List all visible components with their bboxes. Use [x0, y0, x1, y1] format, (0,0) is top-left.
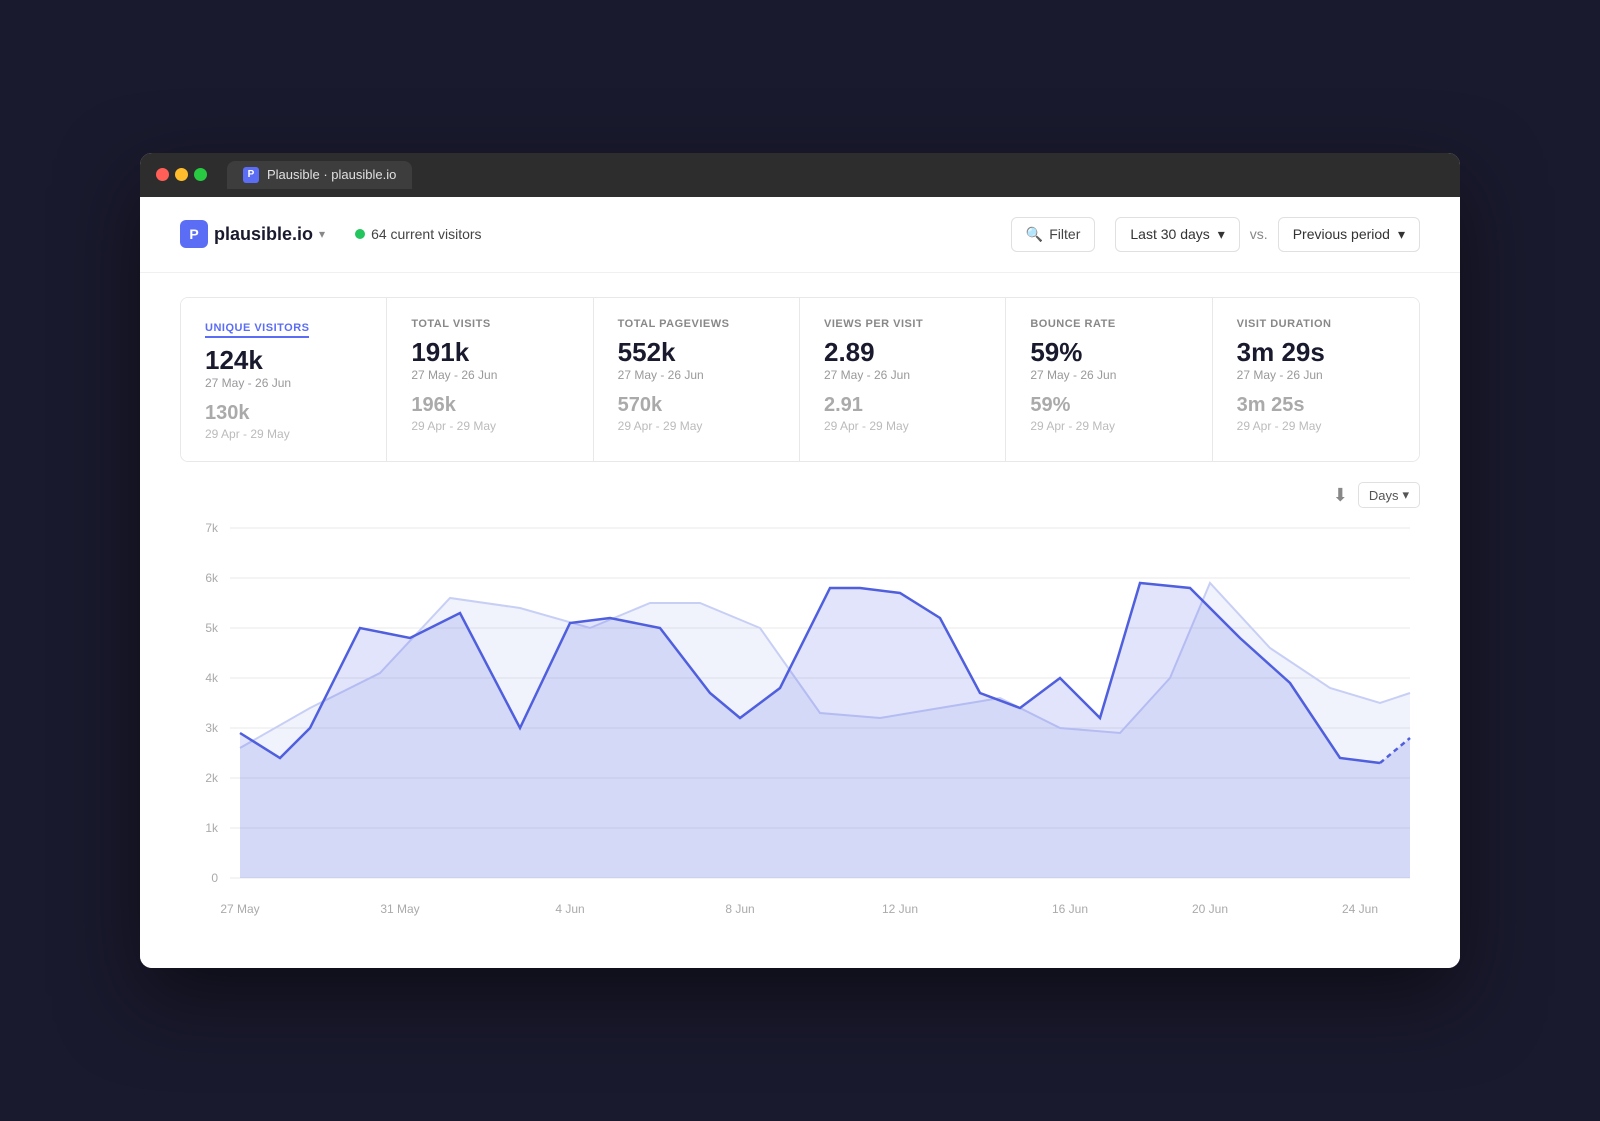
stats-section: UNIQUE VISITORS 124k 27 May - 26 Jun 130… [140, 273, 1460, 473]
search-icon: 🔍 [1026, 226, 1043, 243]
stat-period-total-pageviews: 27 May - 26 Jun [618, 368, 775, 382]
stat-value-views-per-visit: 2.89 [824, 338, 981, 367]
stat-period-visit-duration: 27 May - 26 Jun [1237, 368, 1395, 382]
period-selector: Last 30 days ▾ vs. Previous period ▾ [1115, 217, 1420, 252]
tab-title: Plausible · plausible.io [267, 167, 396, 182]
stat-label-visit-duration: VISIT DURATION [1237, 318, 1395, 330]
close-button[interactable] [156, 168, 169, 181]
svg-text:12 Jun: 12 Jun [882, 902, 918, 916]
stat-label-unique-visitors: UNIQUE VISITORS [205, 322, 309, 338]
svg-text:27 May: 27 May [220, 902, 259, 916]
vs-label: vs. [1250, 226, 1268, 242]
svg-text:4k: 4k [205, 671, 219, 685]
visitors-chart: 7k 6k 5k 4k 3k 2k 1k 0 [180, 518, 1420, 938]
stat-card-visit-duration[interactable]: VISIT DURATION 3m 29s 27 May - 26 Jun 3m… [1213, 298, 1419, 462]
stat-period-unique-visitors: 27 May - 26 Jun [205, 376, 362, 390]
stat-prev-period-visit-duration: 29 Apr - 29 May [1237, 419, 1395, 433]
browser-tab[interactable]: P Plausible · plausible.io [227, 161, 412, 189]
stat-value-visit-duration: 3m 29s [1237, 338, 1395, 367]
logo-area[interactable]: P plausible.io ▾ [180, 220, 325, 248]
stat-prev-period-bounce-rate: 29 Apr - 29 May [1030, 419, 1187, 433]
chevron-down-icon: ▾ [1398, 226, 1405, 243]
date-range-dropdown[interactable]: Last 30 days ▾ [1115, 217, 1239, 252]
svg-text:3k: 3k [205, 721, 219, 735]
comparison-dropdown[interactable]: Previous period ▾ [1278, 217, 1420, 252]
svg-text:24 Jun: 24 Jun [1342, 902, 1378, 916]
stat-prev-period-views-per-visit: 29 Apr - 29 May [824, 419, 981, 433]
svg-text:7k: 7k [205, 521, 219, 535]
interval-dropdown[interactable]: Days ▾ [1358, 482, 1420, 508]
comparison-label: Previous period [1293, 226, 1390, 242]
stat-value-total-visits: 191k [411, 338, 568, 367]
traffic-lights [156, 168, 207, 181]
stat-label-total-pageviews: TOTAL PAGEVIEWS [618, 318, 775, 330]
visitors-badge: 64 current visitors [355, 226, 481, 242]
chart-container: 7k 6k 5k 4k 3k 2k 1k 0 [180, 518, 1420, 938]
svg-text:5k: 5k [205, 621, 219, 635]
stat-card-total-pageviews[interactable]: TOTAL PAGEVIEWS 552k 27 May - 26 Jun 570… [594, 298, 800, 462]
svg-text:16 Jun: 16 Jun [1052, 902, 1088, 916]
stat-label-total-visits: TOTAL VISITS [411, 318, 568, 330]
stat-value-total-pageviews: 552k [618, 338, 775, 367]
minimize-button[interactable] [175, 168, 188, 181]
stat-prev-value-total-pageviews: 570k [618, 394, 775, 417]
browser-titlebar: P Plausible · plausible.io [140, 153, 1460, 197]
visitors-online-dot [355, 229, 365, 239]
chevron-down-icon: ▾ [1402, 487, 1409, 503]
visitors-count: 64 current visitors [371, 226, 481, 242]
stat-prev-value-visit-duration: 3m 25s [1237, 394, 1395, 417]
maximize-button[interactable] [194, 168, 207, 181]
stat-prev-value-total-visits: 196k [411, 394, 568, 417]
chart-controls: ⬇ Days ▾ [180, 482, 1420, 508]
stat-prev-period-unique-visitors: 29 Apr - 29 May [205, 427, 362, 441]
stats-grid: UNIQUE VISITORS 124k 27 May - 26 Jun 130… [180, 297, 1420, 463]
svg-text:4 Jun: 4 Jun [555, 902, 584, 916]
filter-button[interactable]: 🔍 Filter [1011, 217, 1096, 252]
logo-icon: P [180, 220, 208, 248]
logo-chevron-icon: ▾ [319, 227, 325, 241]
stat-prev-period-total-visits: 29 Apr - 29 May [411, 419, 568, 433]
stat-prev-period-total-pageviews: 29 Apr - 29 May [618, 419, 775, 433]
chart-section: ⬇ Days ▾ 7k [140, 472, 1460, 968]
stat-period-views-per-visit: 27 May - 26 Jun [824, 368, 981, 382]
svg-text:20 Jun: 20 Jun [1192, 902, 1228, 916]
stat-card-views-per-visit[interactable]: VIEWS PER VISIT 2.89 27 May - 26 Jun 2.9… [800, 298, 1006, 462]
chevron-down-icon: ▾ [1218, 226, 1225, 243]
tab-favicon: P [243, 167, 259, 183]
stat-prev-value-views-per-visit: 2.91 [824, 394, 981, 417]
stat-label-views-per-visit: VIEWS PER VISIT [824, 318, 981, 330]
filter-label: Filter [1049, 226, 1080, 242]
svg-text:1k: 1k [205, 821, 219, 835]
svg-text:31 May: 31 May [380, 902, 419, 916]
stat-period-bounce-rate: 27 May - 26 Jun [1030, 368, 1187, 382]
app-header: P plausible.io ▾ 64 current visitors 🔍 F… [140, 197, 1460, 273]
browser-window: P Plausible · plausible.io P plausible.i… [140, 153, 1460, 969]
interval-label: Days [1369, 488, 1399, 503]
stat-card-unique-visitors[interactable]: UNIQUE VISITORS 124k 27 May - 26 Jun 130… [181, 298, 387, 462]
browser-content: P plausible.io ▾ 64 current visitors 🔍 F… [140, 197, 1460, 969]
stat-value-unique-visitors: 124k [205, 346, 362, 375]
stat-card-total-visits[interactable]: TOTAL VISITS 191k 27 May - 26 Jun 196k 2… [387, 298, 593, 462]
stat-prev-value-unique-visitors: 130k [205, 402, 362, 425]
svg-text:2k: 2k [205, 771, 219, 785]
svg-text:0: 0 [211, 871, 218, 885]
stat-card-bounce-rate[interactable]: BOUNCE RATE 59% 27 May - 26 Jun 59% 29 A… [1006, 298, 1212, 462]
logo-text: plausible.io [214, 224, 313, 245]
download-button[interactable]: ⬇ [1333, 485, 1348, 506]
stat-value-bounce-rate: 59% [1030, 338, 1187, 367]
stat-prev-value-bounce-rate: 59% [1030, 394, 1187, 417]
date-range-label: Last 30 days [1130, 226, 1209, 242]
svg-text:8 Jun: 8 Jun [725, 902, 754, 916]
stat-label-bounce-rate: BOUNCE RATE [1030, 318, 1187, 330]
stat-period-total-visits: 27 May - 26 Jun [411, 368, 568, 382]
svg-text:6k: 6k [205, 571, 219, 585]
